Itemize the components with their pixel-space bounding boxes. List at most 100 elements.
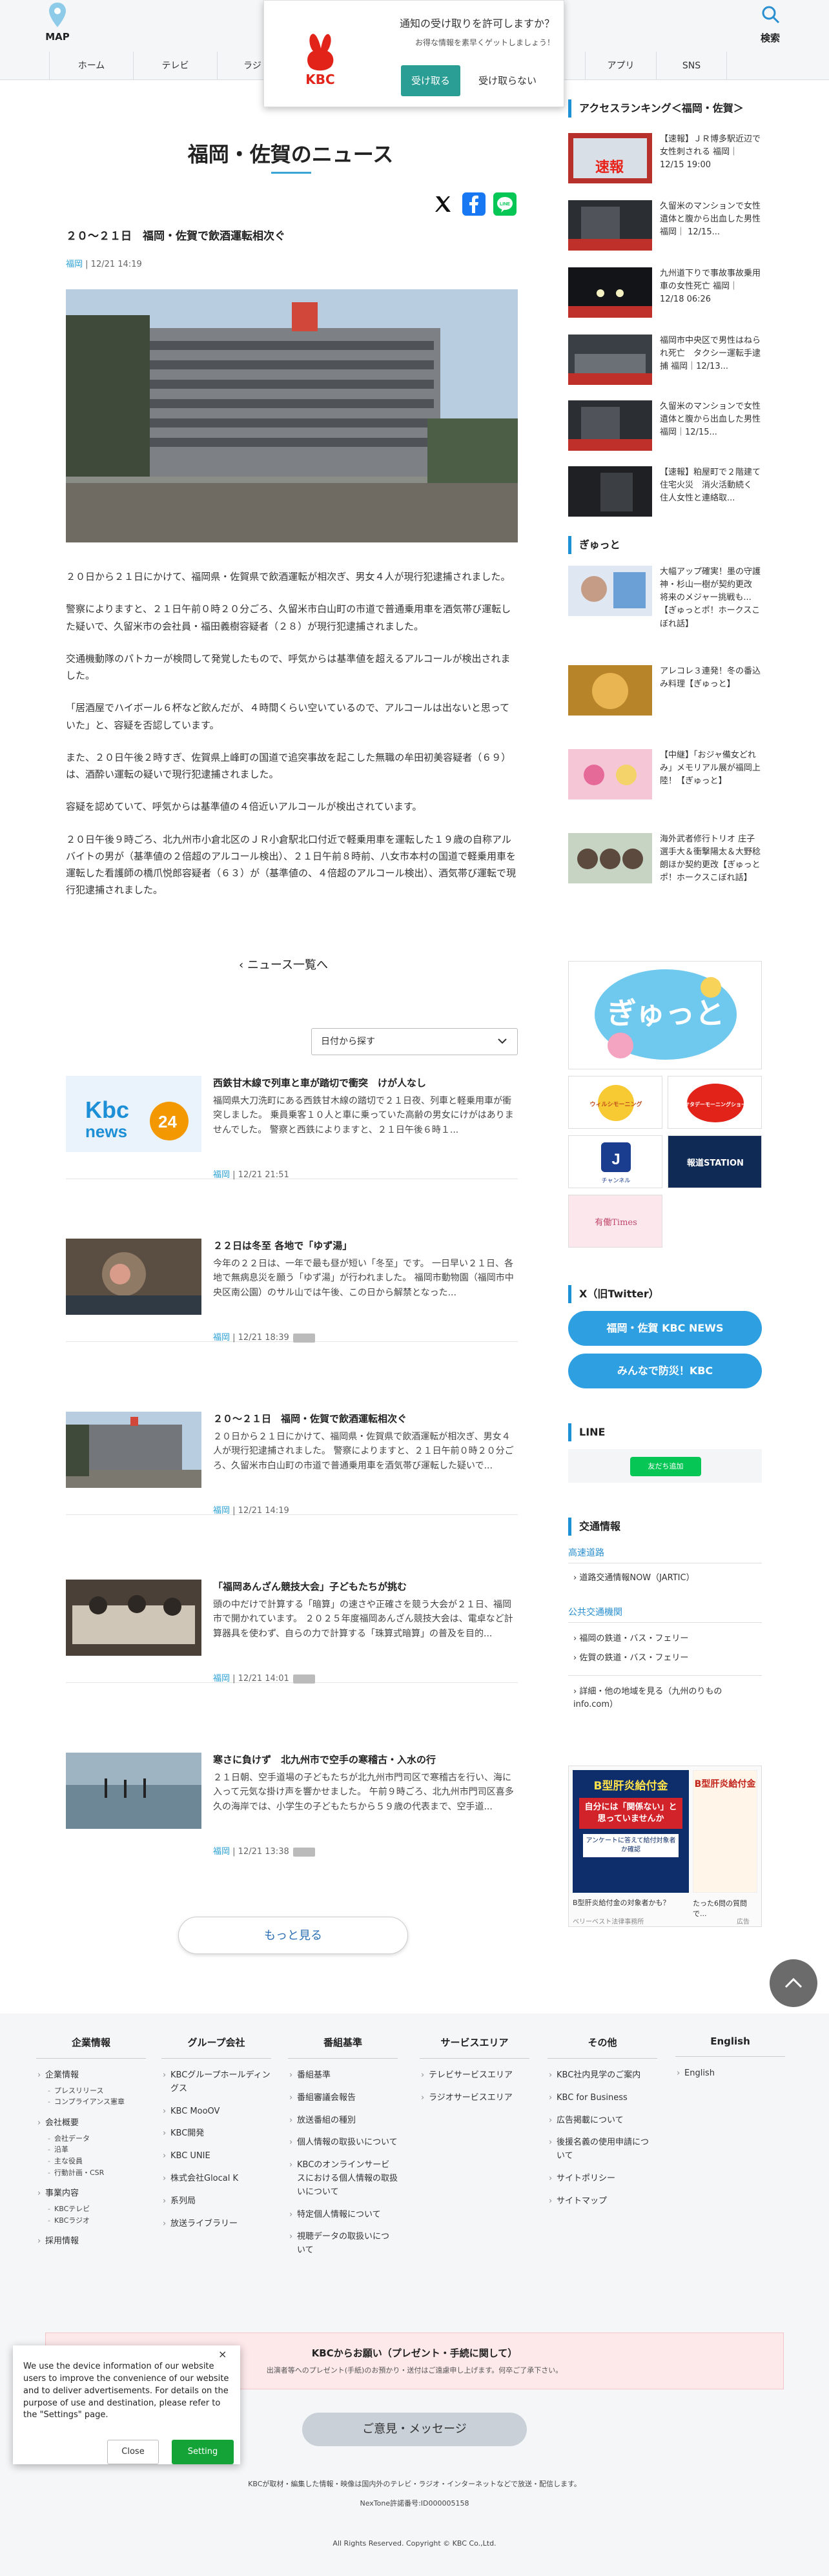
map-button[interactable]: MAP: [28, 1, 87, 49]
footer-sublink[interactable]: 主な役員: [36, 2156, 146, 2167]
footer-link[interactable]: KBC MooOV: [161, 2105, 271, 2119]
footer-link[interactable]: 事業内容: [36, 2187, 146, 2201]
banner-saturday-morning[interactable]: サタデーモーニングショー: [668, 1076, 762, 1129]
advertisement[interactable]: B型肝炎給付金 自分には「関係ない」と思っていませんか アンケートに答えて給付対…: [568, 1766, 762, 1927]
share-facebook-button[interactable]: [462, 192, 486, 216]
share-line-button[interactable]: LINE: [493, 192, 517, 216]
banner-uirushi[interactable]: ウィルシモーニング: [568, 1076, 662, 1129]
footer-link[interactable]: 番組審議会報告: [288, 2092, 398, 2105]
footer-link[interactable]: サイトポリシー: [548, 2172, 657, 2186]
footer-link[interactable]: KBCのオンラインサービスにおける個人情報の取扱いについて: [288, 2159, 398, 2199]
footer-link[interactable]: KBC社内見学のご案内: [548, 2069, 657, 2083]
news-tag[interactable]: 福岡: [213, 1170, 230, 1180]
scroll-to-top-button[interactable]: [770, 1959, 817, 2007]
news-thumbnail: [66, 1239, 201, 1315]
footer-link[interactable]: 企業情報: [36, 2069, 146, 2083]
footer-link[interactable]: 放送番組の種別: [288, 2114, 398, 2128]
x-bousai-button[interactable]: みんなで防災！KBC: [568, 1354, 762, 1388]
footer-link[interactable]: 採用情報: [36, 2235, 146, 2249]
article-paragraph: 警察によりますと、２１日午前０時２０分ごろ、久留米市白山町の市道で普通乗用車を酒…: [66, 603, 511, 632]
share-x-button[interactable]: [431, 192, 455, 216]
video-icon: [292, 1333, 315, 1343]
notify-accept-button[interactable]: 受け取る: [401, 65, 460, 96]
news-tag[interactable]: 福岡: [213, 1333, 230, 1343]
notify-deny-button[interactable]: 受け取らない: [466, 65, 549, 96]
ranking-item[interactable]: 速報 【速報】ＪＲ博多駅近辺で女性刺される 福岡｜12/15 19:00: [568, 133, 762, 194]
footer-link[interactable]: ラジオサービスエリア: [420, 2092, 529, 2105]
cookie-close-button[interactable]: Close: [107, 2440, 159, 2464]
footer-link[interactable]: KBC開発: [161, 2127, 271, 2141]
date-select[interactable]: 日付から探す: [311, 1028, 518, 1055]
ranking-text: 【速報】ＪＲ博多駅近辺で女性刺される 福岡｜12/15 19:00: [660, 134, 761, 170]
nav-sns[interactable]: SNS: [656, 52, 727, 80]
news-list-item[interactable]: ２０～２１日 福岡・佐賀で飲酒運転相次ぐ ２０日から２１日にかけて、福岡県・佐賀…: [66, 1412, 518, 1516]
footer-link[interactable]: 株式会社Glocal K: [161, 2172, 271, 2186]
footer-link[interactable]: サイトマップ: [548, 2195, 657, 2209]
footer-link[interactable]: 会社概要: [36, 2117, 146, 2130]
banner-channel[interactable]: J チャンネル: [568, 1135, 662, 1188]
footer-link[interactable]: KBC UNIE: [161, 2150, 271, 2163]
gyutto-item[interactable]: 大幅アップ確実！墨の守護神・杉山一樹が契約更改 将来のメジャー挑戦も...【ぎゅ…: [568, 566, 762, 637]
footer-sublink[interactable]: コンプライアンス憲章: [36, 2096, 146, 2108]
ranking-item[interactable]: 九州道下りで事故事故乗用車の女性死亡 福岡｜ 12/18 06:26: [568, 267, 762, 328]
news-list-item[interactable]: Kbc news 24 西鉄甘木線で列車と車が踏切で衝突 けが人なし 福岡県大刀洗町…: [66, 1076, 518, 1180]
news-list-item[interactable]: 寒さに負けず 北九州市で空手の寒稽古・入水の行 ２１日朝、空手道場の子どもたちが…: [66, 1753, 518, 1857]
news-list-back-link[interactable]: ‹ ニュース一覧へ: [239, 956, 368, 973]
news-list-item[interactable]: 「福岡あんざん競技大会」子どもたちが挑む 頭の中だけで計算する「暗算」の速さや正…: [66, 1580, 518, 1684]
ad-source: ベリーベスト法律事務所: [573, 1919, 644, 1926]
footer-sublink[interactable]: KBCラジオ: [36, 2215, 146, 2227]
gyutto-item[interactable]: 【中継】「おジャ備女どれみ」メモリアル展が福岡上陸！【ぎゅっと】: [568, 749, 762, 820]
ranking-item[interactable]: 【速報】粕屋町で２階建て住宅火災 消火活動続く 住人女性と連絡取...: [568, 466, 762, 527]
footer-link[interactable]: English: [675, 2067, 785, 2081]
ranking-item[interactable]: 福岡市中央区で男性はねられ死亡 タクシー運転手逮捕 福岡｜12/13...: [568, 335, 762, 395]
x-kbc-news-button[interactable]: 福岡・佐賀 KBC NEWS: [568, 1311, 762, 1346]
footer-link[interactable]: 広告掲載について: [548, 2114, 657, 2128]
traffic-link-detail[interactable]: › 詳細・他の地域を見る（九州のりものinfo.com）: [573, 1685, 761, 1711]
cookie-setting-button[interactable]: Setting: [172, 2440, 234, 2464]
svg-text:報道STATION: 報道STATION: [687, 1158, 744, 1168]
footer-link[interactable]: 視聴データの取扱いについて: [288, 2231, 398, 2258]
gyutto-banner[interactable]: ぎゅっと: [568, 961, 762, 1069]
footer-link[interactable]: KBCグループホールディングス: [161, 2069, 271, 2096]
footer-link[interactable]: 系列局: [161, 2195, 271, 2209]
article-tag[interactable]: 福岡: [66, 260, 83, 269]
footer-link[interactable]: 後援名義の使用申請について: [548, 2136, 657, 2163]
footer-link[interactable]: 特定個人情報について: [288, 2209, 398, 2222]
nav-app[interactable]: アプリ: [585, 52, 656, 80]
close-icon[interactable]: ×: [218, 2348, 227, 2360]
footer-link[interactable]: 個人情報の取扱いについて: [288, 2136, 398, 2150]
footer-sublink[interactable]: プレスリリース: [36, 2085, 146, 2097]
news-tag[interactable]: 福岡: [213, 1674, 230, 1684]
more-button[interactable]: もっと見る: [178, 1917, 408, 1954]
footer-link[interactable]: 放送ライブラリー: [161, 2218, 271, 2231]
banner-hodo-station[interactable]: 報道STATION: [668, 1135, 762, 1188]
search-button[interactable]: 検索: [741, 1, 799, 49]
traffic-link-saga[interactable]: › 佐賀の鉄道・バス・フェリー: [573, 1651, 688, 1663]
news-list-item[interactable]: ２２日は冬至 各地で「ゆず湯」 今年の２２日は、一年で最も昼が短い「冬至」です。…: [66, 1239, 518, 1343]
nav-home[interactable]: ホーム: [49, 52, 133, 80]
news-tag[interactable]: 福岡: [213, 1847, 230, 1857]
footer-sublink[interactable]: 行動計画・CSR: [36, 2167, 146, 2179]
banner-udo-times[interactable]: 有働Times: [568, 1195, 662, 1248]
footer-link[interactable]: 番組基準: [288, 2069, 398, 2083]
gyutto-item[interactable]: アレコレ３連発！冬の番込み料理【ぎゅっと】: [568, 665, 762, 736]
nav-tv[interactable]: テレビ: [133, 52, 217, 80]
footer-sublink[interactable]: 会社データ: [36, 2133, 146, 2145]
ranking-item[interactable]: 久留米のマンションで女性遺体と腹から出血した男性 福岡｜ 12/15...: [568, 200, 762, 261]
gyutto-item[interactable]: 海外武者修行トリオ 庄子選手大＆衝撃陽太＆大野稔朗ほか契約更改【ぎゅっとポ！ホー…: [568, 833, 762, 904]
traffic-link-jartic[interactable]: › 道路交通情報NOW（JARTIC）: [573, 1571, 695, 1583]
date-select-value: 日付から探す: [321, 1036, 375, 1047]
opinion-message-button[interactable]: ご意見・メッセージ: [302, 2413, 527, 2446]
gyutto-text: アレコレ３連発！冬の番込み料理【ぎゅっと】: [660, 666, 761, 690]
footer-sublink[interactable]: KBCテレビ: [36, 2203, 146, 2215]
ranking-item[interactable]: 久留米のマンションで女性遺体と腹から出血した男性 福岡｜12/15...: [568, 400, 762, 461]
news-meta: 福岡 | 12/21 21:51: [213, 1170, 289, 1180]
footer-link[interactable]: KBC for Business: [548, 2092, 657, 2105]
traffic-link-fukuoka[interactable]: › 福岡の鉄道・バス・フェリー: [573, 1631, 688, 1643]
line-add-friend-button[interactable]: 友だち追加: [630, 1457, 701, 1476]
article-paragraph: 交通機動隊のパトカーが検問して発覚したもので、呼気からは基準値を超えるアルコール…: [66, 652, 511, 681]
footer-sublink[interactable]: 沿革: [36, 2144, 146, 2156]
news-tag[interactable]: 福岡: [213, 1506, 230, 1516]
kbc-logo: KBC: [298, 30, 343, 88]
footer-link[interactable]: テレビサービスエリア: [420, 2069, 529, 2083]
